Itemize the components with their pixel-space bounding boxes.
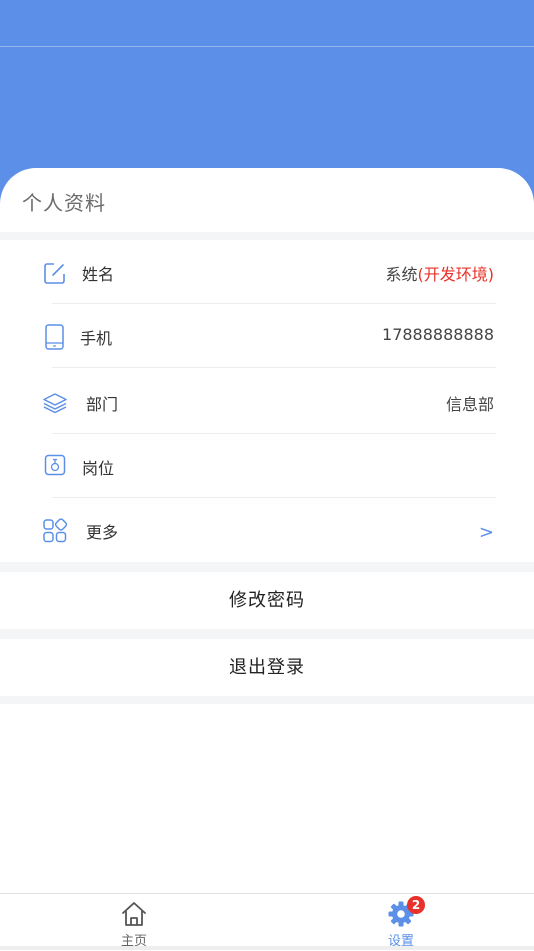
bottom-tab-bar: 主页 2 设置 [0,893,534,951]
phone-icon [44,324,70,350]
layers-icon [42,390,68,416]
row-label: 岗位 [82,459,115,478]
row-label: 手机 [80,329,113,348]
tab-settings[interactable]: 2 设置 [341,894,461,951]
row-name[interactable]: 姓名 系统(开发环境) [0,240,534,304]
row-department[interactable]: 部门 信息部 [0,370,534,434]
header-divider [0,46,534,47]
row-position[interactable]: 岗位 [0,434,534,498]
section-gap [0,629,534,639]
section-gap [0,232,534,240]
row-phone[interactable]: 手机 17888888888 [0,304,534,368]
notification-badge: 2 [407,896,425,914]
home-icon [120,900,148,928]
row-label: 部门 [86,395,119,414]
tab-home[interactable]: 主页 [74,894,194,951]
row-value: 系统(开发环境) [385,261,494,285]
change-password-button[interactable]: 修改密码 [0,572,534,629]
row-more[interactable]: 更多 > [0,498,534,562]
row-divider [52,367,496,368]
grid-icon [42,518,68,544]
section-gap [0,562,534,572]
logout-button[interactable]: 退出登录 [0,639,534,696]
row-value: 17888888888 [382,325,494,344]
section-gap [0,696,534,704]
edit-icon [42,260,68,286]
badge-icon [44,454,70,480]
profile-title: 个人资料 [22,191,106,215]
profile-info-list: 姓名 系统(开发环境) 手机 17888888888 部门 信息部 岗位 更多 … [0,240,534,562]
row-label: 姓名 [82,265,115,284]
chevron-right-icon: > [478,522,494,543]
name-value: 系统 [385,265,418,284]
row-label: 更多 [86,523,119,542]
bottom-strip [0,946,534,950]
row-value: 信息部 [445,395,494,414]
env-tag: (开发环境) [417,265,495,284]
